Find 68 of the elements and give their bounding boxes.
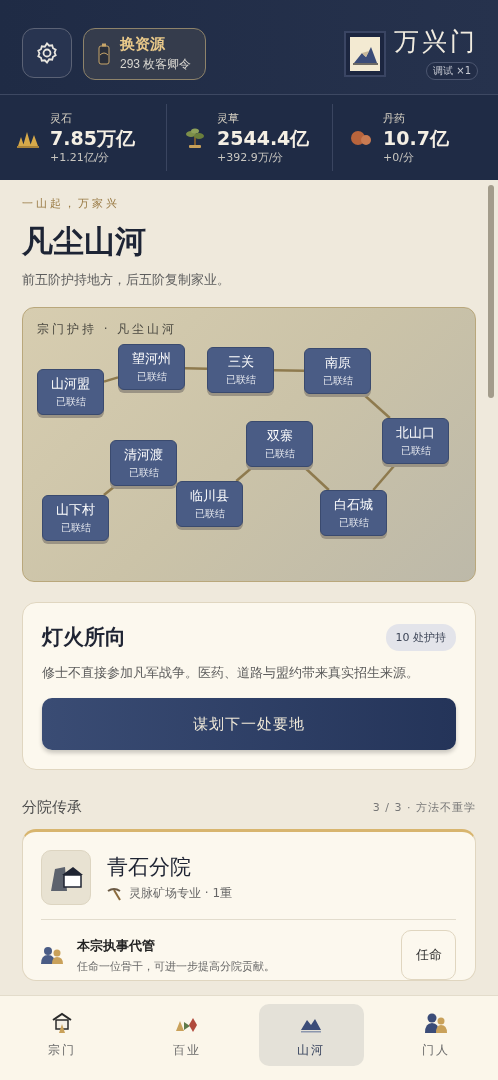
appoint-button[interactable]: 任命 [401, 930, 456, 980]
resource-label: 灵草 [217, 110, 240, 126]
map-node[interactable]: 临川县 已联结 [176, 481, 243, 527]
map-node[interactable]: 双寨 已联结 [246, 421, 313, 467]
resource-label: 灵石 [50, 110, 73, 126]
resource-value: 2544.4亿 [217, 125, 310, 150]
node-status: 已联结 [322, 374, 353, 388]
node-status: 已联结 [338, 516, 369, 530]
node-status: 已联结 [400, 444, 431, 458]
node-name: 山河盟 [51, 375, 90, 393]
node-status: 已联结 [55, 395, 86, 409]
node-name: 白石城 [334, 496, 373, 514]
people-icon [423, 1011, 448, 1034]
section-summary: 3 / 3 · 方法不重学 [372, 800, 476, 815]
node-name: 望河州 [132, 350, 171, 368]
resource-label: 丹药 [383, 110, 406, 126]
map-node[interactable]: 三关 已联结 [207, 347, 274, 393]
map-node[interactable]: 山河盟 已联结 [37, 369, 104, 415]
node-status: 已联结 [194, 507, 225, 521]
token-icon [98, 43, 110, 65]
map-node[interactable]: 南原 已联结 [304, 348, 371, 394]
nav-tab[interactable]: 百业 [134, 1004, 239, 1066]
count-badge: 10 处护持 [385, 623, 456, 651]
steward-title: 本宗执事代管 [77, 936, 156, 955]
node-name: 北山口 [396, 424, 435, 442]
map-node[interactable]: 山下村 已联结 [42, 495, 109, 541]
resource-source-button[interactable]: 换资源 293 枚客卿令 [83, 28, 207, 80]
page-title: 凡尘山河 [22, 222, 147, 261]
resource-rate: +1.21亿/分 [50, 149, 111, 165]
settings-icon [35, 41, 59, 65]
node-name: 三关 [227, 353, 254, 371]
node-status: 已联结 [136, 370, 167, 384]
people-icon [41, 946, 63, 964]
nav-tab[interactable]: 宗门 [10, 1004, 115, 1066]
map-node[interactable]: 望河州 已联结 [118, 344, 185, 390]
section-title: 分院传承 [22, 798, 82, 817]
map-node[interactable]: 清河渡 已联结 [110, 440, 177, 486]
settings-button[interactable] [22, 28, 72, 78]
nav-tab[interactable]: 山河 [259, 1004, 364, 1066]
branch-specialty: 灵脉矿场专业 · 1重 [129, 885, 233, 902]
node-status: 已联结 [225, 373, 256, 387]
resource-value: 10.7亿 [383, 125, 449, 150]
steward-description: 任命一位骨干，可进一步提高分院贡献。 [77, 958, 276, 974]
node-status: 已联结 [264, 447, 295, 461]
node-name: 临川县 [190, 487, 229, 505]
nav-tab[interactable]: 门人 [383, 1004, 488, 1066]
node-name: 山下村 [56, 501, 95, 519]
node-status: 已联结 [128, 466, 159, 480]
map-node[interactable]: 北山口 已联结 [382, 418, 449, 464]
node-name: 南原 [324, 354, 351, 372]
card-description: 修士不直接参加凡军战争。医药、道路与盟约带来真实招生来源。 [42, 665, 420, 682]
debug-badge: 调试 ×1 [426, 62, 478, 80]
resource-value: 7.85万亿 [50, 125, 135, 150]
page-subtitle: 前五阶护持地方，后五阶复制家业。 [22, 271, 231, 289]
scrollbar-thumb[interactable] [488, 185, 494, 398]
node-name: 双寨 [266, 427, 293, 445]
pickaxe-icon [107, 886, 123, 901]
branch-name: 青石分院 [107, 854, 192, 881]
tagline: 一山起，万家兴 [22, 196, 121, 211]
resource-rate: +392.9万/分 [217, 149, 285, 165]
plan-button[interactable]: 谋划下一处要地 [42, 698, 456, 750]
node-status: 已联结 [60, 521, 91, 535]
sect-name: 万兴门 [394, 28, 478, 56]
node-name: 清河渡 [124, 446, 163, 464]
map-node[interactable]: 白石城 已联结 [320, 490, 387, 536]
card-title: 灯火所向 [42, 623, 126, 651]
map-caption: 宗门护持 · 凡尘山河 [37, 321, 178, 338]
resource-rate: +0/分 [383, 149, 415, 165]
